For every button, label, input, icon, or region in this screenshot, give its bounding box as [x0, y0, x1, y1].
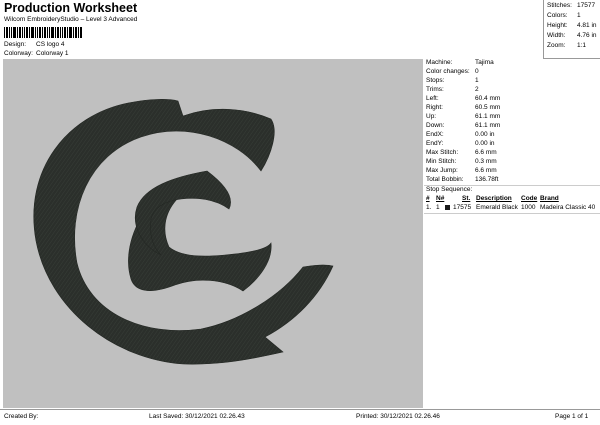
embroidery-logo — [33, 99, 334, 365]
page-number: Page 1 of 1 — [555, 413, 589, 420]
stitches-row: Stitches: 17577 — [547, 2, 595, 9]
stat-value: 1 — [577, 12, 581, 19]
info-value: 0.00 in — [475, 140, 495, 147]
row-brand: Madeira Classic 40 — [540, 204, 596, 211]
stat-value: 4.81 in — [577, 22, 597, 29]
info-label: Total Bobbin: — [426, 176, 464, 183]
info-row: Machine: Tajima — [426, 59, 494, 66]
info-value: 61.1 mm — [475, 122, 501, 129]
info-label: Max Jump: — [426, 167, 458, 174]
width-row: Width: 4.76 in — [547, 32, 597, 39]
info-value: 0 — [475, 68, 479, 75]
logo-outer-ring — [33, 99, 334, 365]
row-code: 1000 — [521, 204, 536, 211]
info-label: Stops: — [426, 77, 445, 84]
info-row: Color changes: 0 — [426, 68, 479, 75]
colorway-row: Colorway: Colorway 1 — [0, 50, 200, 59]
info-label: Color changes: — [426, 68, 470, 75]
info-value: 61.1 mm — [475, 113, 501, 120]
info-value: 0.3 mm — [475, 158, 497, 165]
row-num: 1. — [426, 204, 432, 211]
info-value: 6.6 mm — [475, 149, 497, 156]
thread-color-swatch — [445, 205, 450, 210]
printed-date: Printed: 30/12/2021 02.26.46 — [356, 413, 440, 420]
colorway-label: Colorway: — [4, 50, 33, 57]
info-label: Down: — [426, 122, 445, 129]
info-row: Left: 60.4 mm — [426, 95, 500, 102]
design-value: CS logo 4 — [36, 41, 65, 48]
info-label: Right: — [426, 104, 443, 111]
software-name: Wilcom EmbroideryStudio – Level 3 Advanc… — [4, 16, 138, 23]
zoom-row: Zoom: 1:1 — [547, 42, 586, 49]
stat-value: 1:1 — [577, 42, 587, 49]
info-value: 60.4 mm — [475, 95, 501, 102]
info-value: 60.5 mm — [475, 104, 501, 111]
stat-label: Zoom: — [547, 42, 566, 49]
info-label: Min Stitch: — [426, 158, 457, 165]
design-label: Design: — [4, 41, 27, 48]
design-name-row: Design: CS logo 4 — [0, 41, 200, 50]
stat-label: Height: — [547, 22, 568, 29]
info-row: Stops: 1 — [426, 77, 479, 84]
info-value: 6.6 mm — [475, 167, 497, 174]
info-row: Max Jump: 6.6 mm — [426, 167, 497, 174]
info-value: 1 — [475, 77, 479, 84]
info-row: Trims: 2 — [426, 86, 479, 93]
info-value: 2 — [475, 86, 479, 93]
info-label: EndY: — [426, 140, 444, 147]
summary-stats-box: Stitches: 17577 Colors: 1 Height: 4.81 in W… — [543, 0, 600, 59]
last-saved: Last Saved: 30/12/2021 02.26.43 — [149, 413, 245, 420]
info-label: EndX: — [426, 131, 444, 138]
stat-label: Width: — [547, 32, 566, 39]
info-label: Up: — [426, 113, 437, 120]
info-row: Total Bobbin: 136.78ft — [426, 176, 499, 183]
info-value: Tajima — [475, 59, 494, 66]
barcode — [4, 27, 82, 38]
col-header-stitches: St. — [462, 195, 471, 202]
col-header-needle: N# — [436, 195, 445, 202]
info-label: Machine: — [426, 59, 453, 66]
info-row: EndX: 0.00 in — [426, 131, 495, 138]
worksheet-title: Production Worksheet — [4, 1, 138, 15]
info-value: 136.78ft — [475, 176, 499, 183]
info-row: Right: 60.5 mm — [426, 104, 500, 111]
info-row: Min Stitch: 0.3 mm — [426, 158, 497, 165]
info-value: 0.00 in — [475, 131, 495, 138]
stat-value: 4.76 in — [577, 32, 597, 39]
row-needle: 1 — [436, 204, 440, 211]
info-row: Max Stitch: 6.6 mm — [426, 149, 497, 156]
stop-sequence-title: Stop Sequence: — [426, 186, 473, 193]
row-description: Emerald Black — [476, 204, 518, 211]
colors-row: Colors: 1 — [547, 12, 581, 19]
col-header-num: # — [426, 195, 430, 202]
height-row: Height: 4.81 in — [547, 22, 597, 29]
info-label: Trims: — [426, 86, 444, 93]
info-label: Left: — [426, 95, 439, 102]
info-row: EndY: 0.00 in — [426, 140, 495, 147]
col-header-brand: Brand — [540, 195, 559, 202]
stat-label: Colors: — [547, 12, 568, 19]
col-header-description: Description — [476, 195, 512, 202]
logo-inner-hook — [135, 170, 231, 256]
created-by: Created By: — [4, 413, 39, 420]
divider — [424, 213, 600, 214]
stat-value: 17577 — [577, 2, 596, 9]
info-row: Up: 61.1 mm — [426, 113, 500, 120]
stat-label: Stitches: — [547, 2, 572, 9]
colorway-value: Colorway 1 — [36, 50, 69, 57]
info-row: Down: 61.1 mm — [426, 122, 500, 129]
row-stitches: 17575 — [453, 204, 472, 211]
info-label: Max Stitch: — [426, 149, 459, 156]
footer: Created By: Last Saved: 30/12/2021 02.26… — [0, 409, 600, 425]
machine-info-panel: Machine: Tajima Color changes: 0 Stops: 1 T… — [424, 59, 600, 408]
col-header-code: Code — [521, 195, 538, 202]
design-preview — [3, 59, 423, 408]
